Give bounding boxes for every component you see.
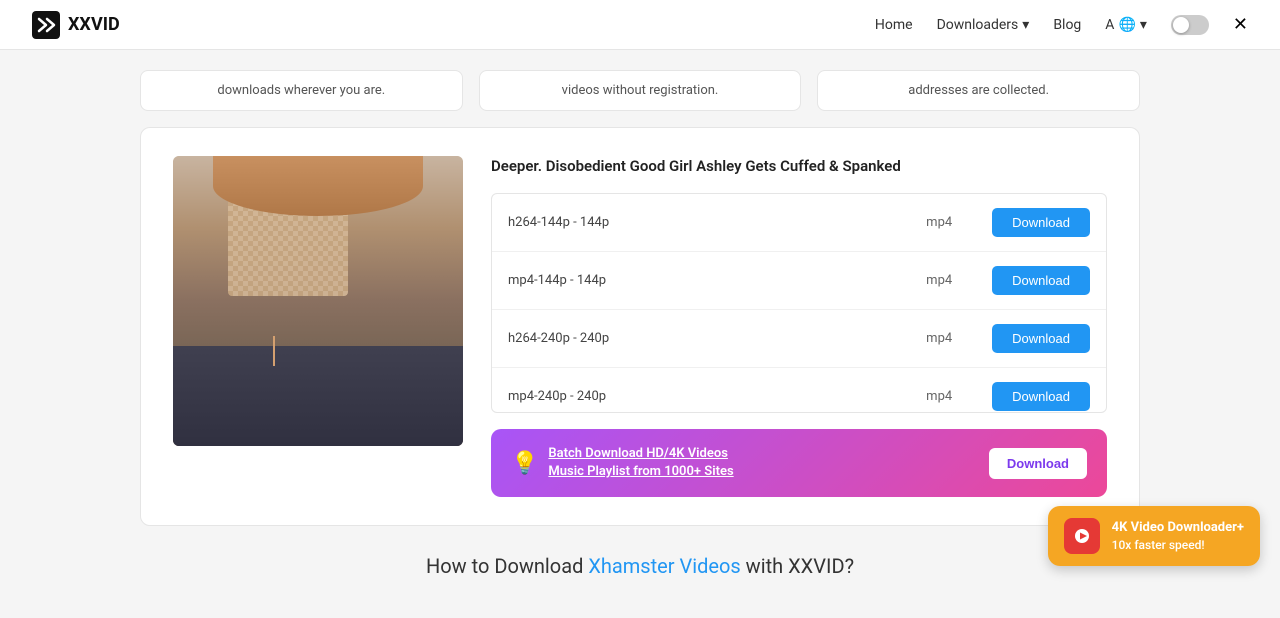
translate-arrow: ▾ xyxy=(1140,17,1147,33)
chevron-icon: ▾ xyxy=(1022,17,1029,33)
download-row-3: mp4-240p - 240p mp4 Download xyxy=(492,368,1106,413)
nav-downloaders[interactable]: Downloaders ▾ xyxy=(937,17,1030,33)
nav-translate[interactable]: A 🌐 ▾ xyxy=(1105,17,1147,33)
widget-line2: 10x faster speed! xyxy=(1112,537,1244,554)
nav-logo[interactable]: XXVID xyxy=(32,11,120,39)
batch-banner-left: 💡 Batch Download HD/4K Videos Music Play… xyxy=(511,445,734,481)
batch-icon: 💡 xyxy=(511,451,538,476)
batch-banner: 💡 Batch Download HD/4K Videos Music Play… xyxy=(491,429,1107,497)
download-row-0: h264-144p - 144p mp4 Download xyxy=(492,194,1106,252)
batch-line1: Batch Download HD/4K Videos xyxy=(548,445,733,463)
top-card-1: videos without registration. xyxy=(479,70,802,111)
nav-home[interactable]: Home xyxy=(875,17,913,33)
format-2: h264-240p - 240p xyxy=(508,331,910,346)
video-thumbnail xyxy=(173,156,463,446)
video-title: Deeper. Disobedient Good Girl Ashley Get… xyxy=(491,156,1107,177)
floating-widget[interactable]: 4K Video Downloader+ 10x faster speed! xyxy=(1048,506,1260,566)
download-row-2: h264-240p - 240p mp4 Download xyxy=(492,310,1106,368)
twitter-icon[interactable]: ✕ xyxy=(1233,14,1248,35)
type-3: mp4 xyxy=(926,389,976,404)
top-cards: downloads wherever you are. videos witho… xyxy=(0,70,1280,127)
type-2: mp4 xyxy=(926,331,976,346)
download-row-1: mp4-144p - 144p mp4 Download xyxy=(492,252,1106,310)
nav-blog[interactable]: Blog xyxy=(1053,17,1081,33)
thumb-image xyxy=(173,156,463,446)
type-0: mp4 xyxy=(926,215,976,230)
bottom-heading-post: with XXVID? xyxy=(741,554,854,578)
download-btn-0[interactable]: Download xyxy=(992,208,1090,237)
bottom-heading-highlight: Xhamster Videos xyxy=(588,554,740,578)
toggle-knob xyxy=(1173,17,1189,33)
batch-line2: Music Playlist from 1000+ Sites xyxy=(548,463,733,481)
top-card-2: addresses are collected. xyxy=(817,70,1140,111)
download-list[interactable]: h264-144p - 144p mp4 Download mp4-144p -… xyxy=(491,193,1107,413)
translate-icon: 🌐 xyxy=(1118,17,1135,33)
video-section: Deeper. Disobedient Good Girl Ashley Get… xyxy=(173,156,1107,497)
logo-icon xyxy=(32,11,60,39)
video-info: Deeper. Disobedient Good Girl Ashley Get… xyxy=(491,156,1107,497)
main-container: Deeper. Disobedient Good Girl Ashley Get… xyxy=(140,127,1140,526)
type-1: mp4 xyxy=(926,273,976,288)
batch-text-wrapper: Batch Download HD/4K Videos Music Playli… xyxy=(548,445,733,481)
top-card-0: downloads wherever you are. xyxy=(140,70,463,111)
download-btn-2[interactable]: Download xyxy=(992,324,1090,353)
widget-icon xyxy=(1064,518,1100,554)
logo-text: XXVID xyxy=(68,14,120,35)
download-btn-1[interactable]: Download xyxy=(992,266,1090,295)
nav-right: Home Downloaders ▾ Blog A 🌐 ▾ ✕ xyxy=(875,14,1248,35)
format-1: mp4-144p - 144p xyxy=(508,273,910,288)
navbar: XXVID Home Downloaders ▾ Blog A 🌐 ▾ ✕ xyxy=(0,0,1280,50)
widget-line1: 4K Video Downloader+ xyxy=(1112,519,1244,537)
bottom-heading-pre: How to Download xyxy=(426,554,588,578)
download-btn-3[interactable]: Download xyxy=(992,382,1090,411)
theme-toggle[interactable] xyxy=(1171,15,1209,35)
batch-download-button[interactable]: Download xyxy=(989,448,1087,479)
widget-text: 4K Video Downloader+ 10x faster speed! xyxy=(1112,519,1244,554)
format-0: h264-144p - 144p xyxy=(508,215,910,230)
format-3: mp4-240p - 240p xyxy=(508,389,910,404)
